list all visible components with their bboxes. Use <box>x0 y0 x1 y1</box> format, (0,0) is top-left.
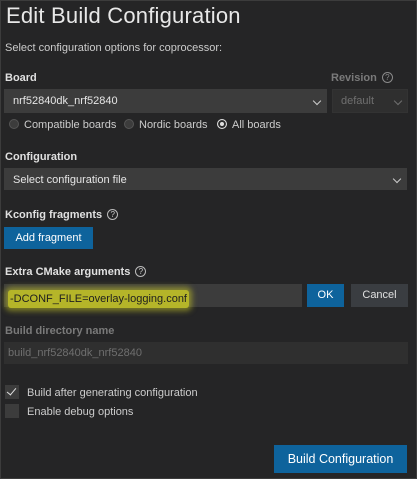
build-configuration-button[interactable]: Build Configuration <box>274 445 407 473</box>
cmake-arguments-input[interactable]: -DCONF_FILE=overlay-logging.conf <box>4 284 302 308</box>
help-icon: ? <box>381 72 393 83</box>
chevron-down-icon <box>393 96 403 106</box>
radio-compatible-boards[interactable]: Compatible boards <box>9 119 116 131</box>
configuration-label: Configuration <box>5 151 78 163</box>
checkbox-icon[interactable] <box>5 404 19 418</box>
cmake-label-group: Extra CMake arguments? <box>5 266 147 278</box>
debug-options-checkbox-row[interactable]: Enable debug options <box>5 404 133 418</box>
build-after-label: Build after generating configuration <box>27 387 198 399</box>
radio-label: Nordic boards <box>139 119 208 131</box>
build-directory-placeholder: build_nrf52840dk_nrf52840 <box>8 347 142 359</box>
cmake-label: Extra CMake arguments <box>5 266 131 278</box>
board-select-value: nrf52840dk_nrf52840 <box>13 95 118 107</box>
configuration-select-value: Select configuration file <box>13 174 127 186</box>
kconfig-label-group: Kconfig fragments? <box>5 209 119 221</box>
debug-options-label: Enable debug options <box>27 406 134 418</box>
radio-nordic-boards[interactable]: Nordic boards <box>124 119 207 131</box>
revision-select-value: default <box>341 95 375 107</box>
revision-select: default <box>332 89 408 113</box>
chevron-down-icon <box>392 174 402 184</box>
dialog-title: Edit Build Configuration <box>6 3 241 28</box>
revision-label: Revision <box>331 72 377 84</box>
build-directory-input: build_nrf52840dk_nrf52840 <box>4 342 408 364</box>
radio-selected-icon <box>217 119 227 129</box>
cmake-arguments-value: -DCONF_FILE=overlay-logging.conf <box>8 290 189 308</box>
build-directory-label: Build directory name <box>5 325 115 337</box>
help-icon[interactable]: ? <box>135 266 147 277</box>
revision-label-group: Revision? <box>331 72 393 84</box>
radio-all-boards[interactable]: All boards <box>217 119 281 131</box>
board-label: Board <box>5 72 37 84</box>
configuration-select[interactable]: Select configuration file <box>4 168 407 190</box>
build-after-checkbox-row[interactable]: Build after generating configuration <box>5 385 198 399</box>
cancel-button[interactable]: Cancel <box>351 284 408 307</box>
radio-icon <box>9 119 19 129</box>
ok-button[interactable]: OK <box>307 284 344 307</box>
radio-label: All boards <box>232 119 281 131</box>
radio-icon <box>124 119 134 129</box>
add-fragment-button[interactable]: Add fragment <box>4 227 93 249</box>
kconfig-label: Kconfig fragments <box>5 209 103 221</box>
radio-label: Compatible boards <box>24 119 117 131</box>
help-icon[interactable]: ? <box>107 209 119 220</box>
checkbox-checked-icon[interactable] <box>5 385 19 399</box>
dialog-subtitle: Select configuration options for coproce… <box>5 42 223 54</box>
chevron-down-icon <box>312 96 322 106</box>
board-select[interactable]: nrf52840dk_nrf52840 <box>4 89 327 113</box>
